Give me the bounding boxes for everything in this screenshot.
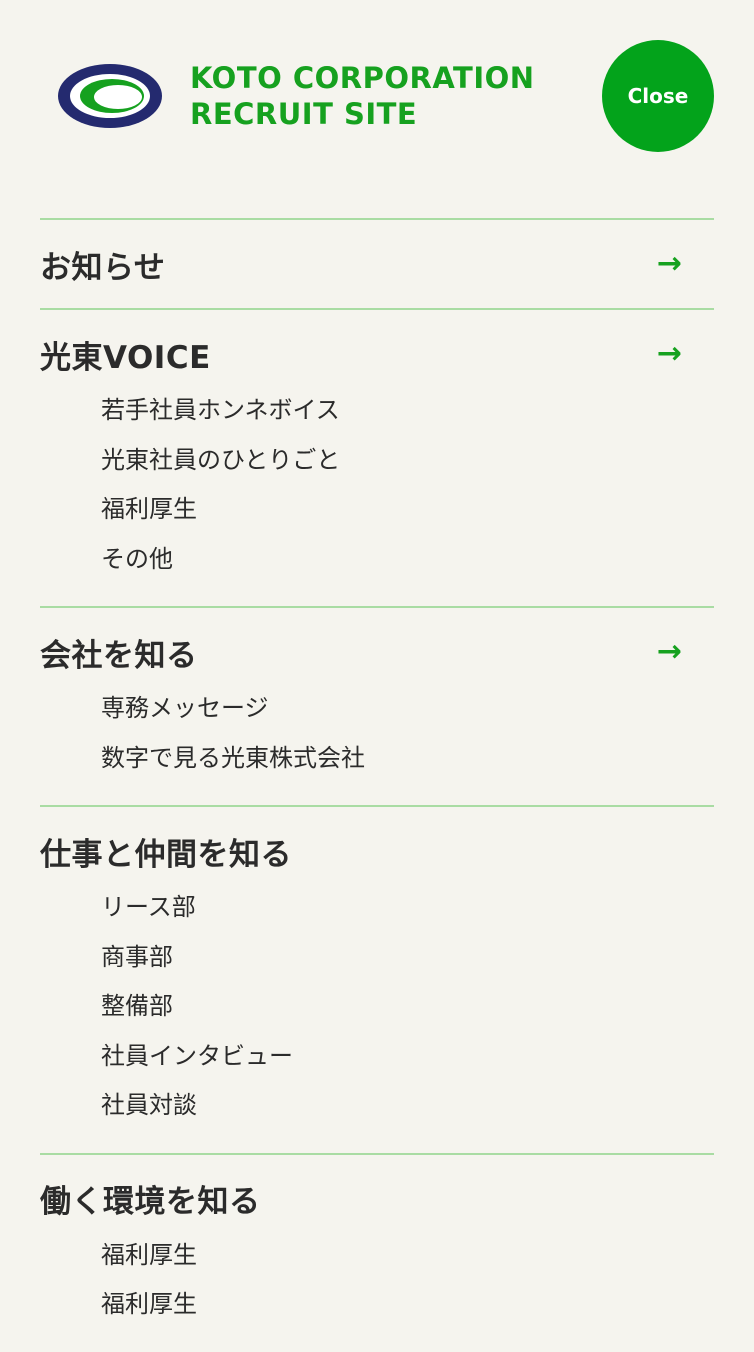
nav-section-voice: 光東VOICE → 若手社員ホンネボイス 光東社員のひとりごと 福利厚生 その他: [40, 308, 714, 606]
nav-subitem[interactable]: 専務メッセージ: [101, 684, 714, 734]
nav-sublist: 専務メッセージ 数字で見る光東株式会社: [40, 684, 714, 805]
nav-section-work: 仕事と仲間を知る リース部 商事部 整備部 社員インタビュー 社員対談: [40, 805, 714, 1153]
arrow-right-icon: →: [656, 246, 682, 281]
site-title-line-2: RECRUIT SITE: [190, 97, 418, 131]
close-menu-button[interactable]: Close: [602, 40, 714, 152]
nav-section-environment-heading: 働く環境を知る: [40, 1155, 714, 1243]
nav-subitem[interactable]: リース部: [101, 883, 714, 933]
nav-subitem[interactable]: 商事部: [101, 933, 714, 983]
nav-subitem[interactable]: 福利厚生: [101, 1231, 714, 1281]
nav-subitem[interactable]: 若手社員ホンネボイス: [101, 386, 714, 436]
nav-subitem[interactable]: 福利厚生: [101, 485, 714, 535]
nav-section-title: 会社を知る: [40, 637, 198, 674]
nav-section-work-heading: 仕事と仲間を知る: [40, 807, 714, 895]
koto-logo-icon[interactable]: [56, 62, 164, 130]
nav-subitem[interactable]: 社員インタビュー: [101, 1032, 714, 1082]
nav-subitem[interactable]: 整備部: [101, 982, 714, 1032]
arrow-right-icon: →: [656, 336, 682, 371]
nav-sublist: 若手社員ホンネボイス 光東社員のひとりごと 福利厚生 その他: [40, 386, 714, 606]
site-title[interactable]: KOTO CORPORATION RECRUIT SITE: [190, 60, 535, 132]
nav-section-voice-link[interactable]: 光東VOICE →: [40, 310, 714, 398]
nav-section-title: 仕事と仲間を知る: [40, 836, 292, 873]
nav-sublist: リース部 商事部 整備部 社員インタビュー 社員対談: [40, 883, 714, 1153]
nav-section-title: お知らせ: [40, 249, 166, 286]
nav-subitem[interactable]: 数字で見る光東株式会社: [101, 734, 714, 784]
nav-sublist: 福利厚生 福利厚生: [40, 1231, 714, 1352]
global-nav-menu: お知らせ → 光東VOICE → 若手社員ホンネボイス 光東社員のひとりごと 福…: [40, 218, 714, 1352]
nav-section-title: 光東VOICE: [40, 339, 211, 376]
nav-section-news-link[interactable]: お知らせ →: [40, 220, 714, 308]
site-title-line-1: KOTO CORPORATION: [190, 61, 535, 95]
nav-section-environment: 働く環境を知る 福利厚生 福利厚生: [40, 1152, 714, 1352]
nav-subitem[interactable]: 福利厚生: [101, 1280, 714, 1330]
nav-section-company: 会社を知る → 専務メッセージ 数字で見る光東株式会社: [40, 606, 714, 805]
nav-subitem[interactable]: 社員対談: [101, 1081, 714, 1131]
nav-section-company-link[interactable]: 会社を知る →: [40, 608, 714, 696]
nav-subitem[interactable]: その他: [101, 535, 714, 585]
site-header: KOTO CORPORATION RECRUIT SITE Close: [0, 0, 754, 180]
nav-section-title: 働く環境を知る: [40, 1184, 261, 1220]
arrow-right-icon: →: [656, 634, 682, 669]
nav-subitem[interactable]: 光東社員のひとりごと: [101, 436, 714, 486]
nav-section-news: お知らせ →: [40, 218, 714, 308]
